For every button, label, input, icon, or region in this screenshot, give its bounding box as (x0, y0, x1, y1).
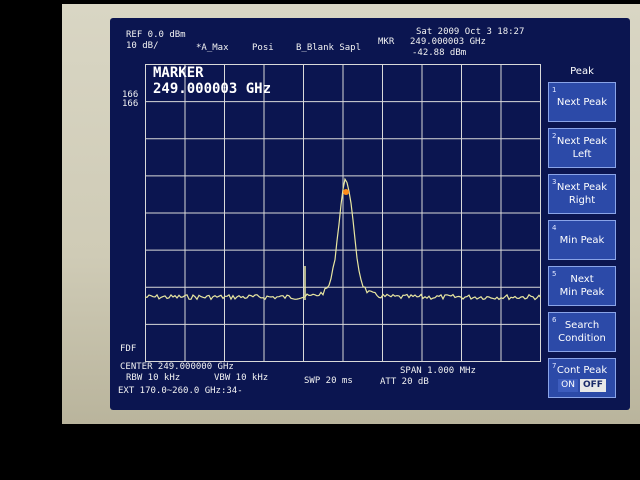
marker-box-frequency: 249.000003 GHz (153, 81, 272, 97)
side-label-bottom: FDF (120, 344, 137, 354)
sweep-time: SWP 20 ms (304, 376, 353, 386)
cont-peak-toggle[interactable]: 7 Cont Peak ON OFF (548, 358, 616, 398)
next-peak-button[interactable]: 1 Next Peak (548, 82, 616, 122)
softkey-menu: Peak 1 Next Peak 2 Next Peak Left 3 Next… (546, 64, 618, 398)
trace-mode: *A_Max (196, 43, 229, 53)
date-time: Sat 2009 Oct 3 18:27 (416, 27, 525, 37)
next-peak-right-button[interactable]: 3 Next Peak Right (548, 174, 616, 214)
vbw: VBW 10 kHz (214, 373, 269, 383)
trace-b-blank: B_Blank Sapl (296, 43, 362, 53)
center-frequency: CENTER 249.000000 GHz (120, 362, 234, 372)
min-peak-button[interactable]: 4 Min Peak (548, 220, 616, 260)
status-bar: CENTER 249.000000 GHz RBW 10 kHz VBW 10 … (118, 360, 542, 398)
detector-pos: Posi (252, 43, 274, 53)
attenuation: ATT 20 dB (380, 377, 429, 387)
span: SPAN 1.000 MHz (400, 366, 476, 376)
external-mixer-band: EXT 170.0~260.0 GHz:34- (118, 386, 243, 396)
off-option: OFF (579, 379, 606, 392)
mkr-frequency: 249.000003 GHz (410, 37, 486, 47)
next-peak-left-button[interactable]: 2 Next Peak Left (548, 128, 616, 168)
search-condition-button[interactable]: 6 Search Condition (548, 312, 616, 352)
mkr-label: MKR (378, 37, 395, 47)
rbw: RBW 10 kHz (126, 373, 181, 383)
ref-level: REF 0.0 dBm (126, 30, 186, 40)
on-off-indicator: ON OFF (549, 379, 615, 392)
side-label-top2: 166 (122, 99, 139, 109)
softkey-menu-title: Peak (570, 66, 594, 77)
mkr-level: -42.88 dBm (412, 48, 467, 58)
marker-point (343, 189, 349, 195)
next-min-peak-button[interactable]: 5 Next Min Peak (548, 266, 616, 306)
marker-box-title: MARKER (153, 65, 204, 81)
on-option: ON (558, 379, 578, 392)
scale-per-div: 10 dB/ (126, 41, 159, 51)
spectrum-graticule (145, 64, 541, 362)
